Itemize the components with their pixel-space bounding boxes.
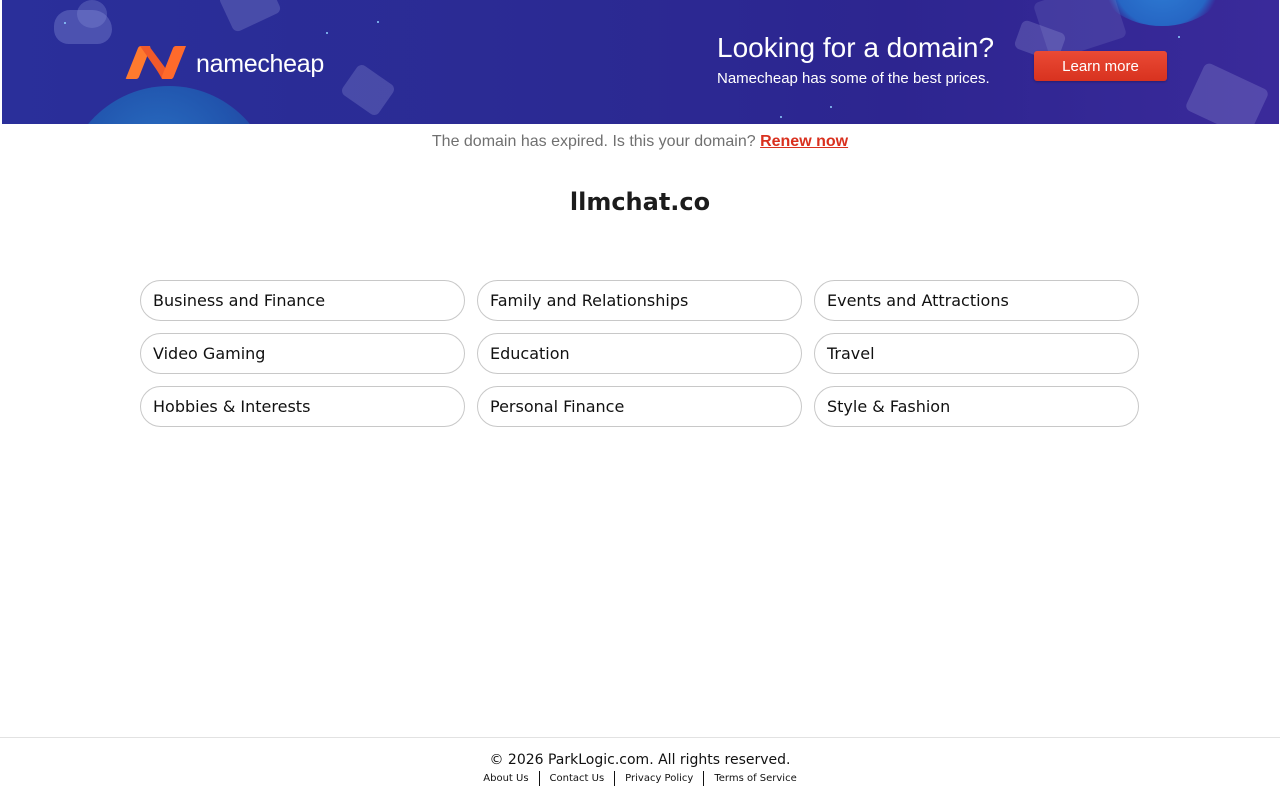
category-button[interactable]: Style & Fashion <box>814 386 1139 427</box>
sparkle-decoration <box>326 32 328 34</box>
promo-title: Looking for a domain? <box>717 32 995 63</box>
promo-subtitle: Namecheap has some of the best prices. <box>717 70 990 87</box>
terms-of-service-link[interactable]: Terms of Service <box>704 773 806 784</box>
footer-links: About Us Contact Us Privacy Policy Terms… <box>0 771 1280 786</box>
category-button[interactable]: Events and Attractions <box>814 280 1139 321</box>
category-button[interactable]: Travel <box>814 333 1139 374</box>
namecheap-n-icon <box>125 46 187 79</box>
contact-us-link[interactable]: Contact Us <box>540 773 615 784</box>
sparkle-decoration <box>830 106 832 108</box>
card-decoration <box>339 62 397 118</box>
category-button[interactable]: Family and Relationships <box>477 280 802 321</box>
sparkle-decoration <box>377 21 379 23</box>
cloud-decoration <box>77 0 107 28</box>
brand-name: namecheap <box>196 49 324 78</box>
sparkle-decoration <box>780 116 782 118</box>
domain-title: llmchat.co <box>569 188 711 216</box>
footer: © 2026 ParkLogic.com. All rights reserve… <box>0 737 1280 800</box>
card-decoration <box>217 0 283 34</box>
expired-notice-text: The domain has expired. Is this your dom… <box>431 133 756 150</box>
expired-notice: The domain has expired. Is this your dom… <box>0 133 1280 151</box>
learn-more-button[interactable]: Learn more <box>1034 51 1167 81</box>
category-button[interactable]: Education <box>477 333 802 374</box>
globe-decoration <box>64 86 274 124</box>
namecheap-logo[interactable]: namecheap <box>124 44 324 80</box>
copyright-text: © 2026 ParkLogic.com. All rights reserve… <box>489 752 791 768</box>
category-button[interactable]: Personal Finance <box>477 386 802 427</box>
namecheap-ad-banner[interactable]: namecheap Looking for a domain? Namechea… <box>2 0 1279 124</box>
sparkle-decoration <box>64 22 66 24</box>
renew-now-link[interactable]: Renew now <box>760 133 848 150</box>
category-button[interactable]: Business and Finance <box>140 280 465 321</box>
parked-domain-page: namecheap Looking for a domain? Namechea… <box>0 0 1280 800</box>
category-button[interactable]: Video Gaming <box>140 333 465 374</box>
card-decoration <box>1184 61 1270 124</box>
category-button[interactable]: Hobbies & Interests <box>140 386 465 427</box>
about-us-link[interactable]: About Us <box>473 773 538 784</box>
category-grid: Business and Finance Family and Relation… <box>140 280 1140 427</box>
sparkle-decoration <box>1178 36 1180 38</box>
privacy-policy-link[interactable]: Privacy Policy <box>615 773 703 784</box>
